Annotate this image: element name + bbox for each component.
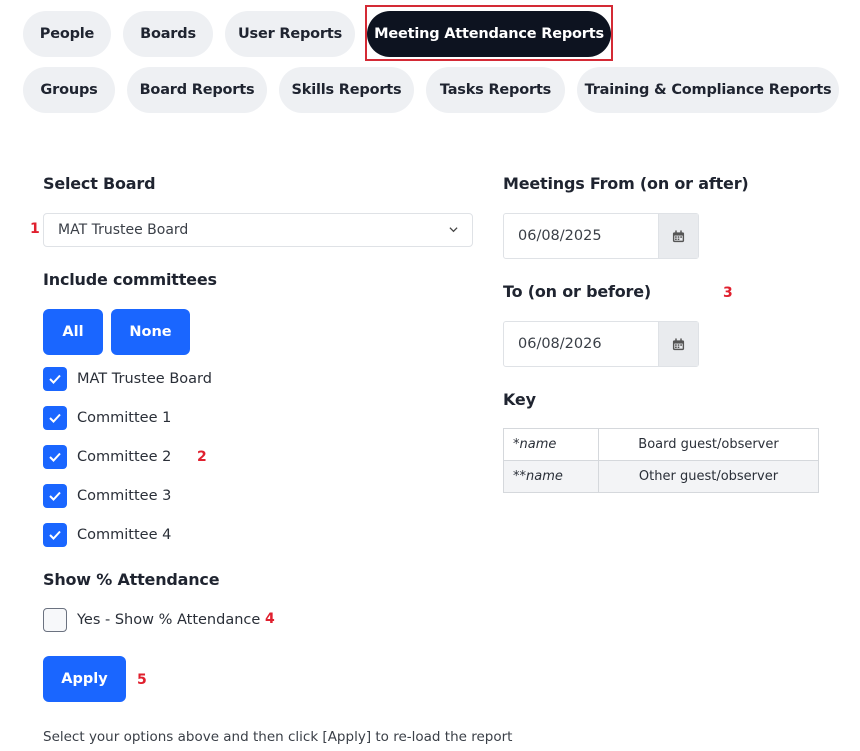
board-select-value: MAT Trustee Board [58, 222, 189, 238]
apply-button[interactable]: Apply [43, 656, 126, 702]
meetings-from-field[interactable]: 06/08/2025 [503, 213, 699, 259]
marker-3: 3 [723, 285, 733, 301]
check-icon [49, 491, 61, 501]
select-all-button[interactable]: All [43, 309, 103, 355]
meetings-to-label: To (on or before) [503, 282, 651, 301]
tab-training-compliance-reports[interactable]: Training & Compliance Reports [577, 67, 839, 113]
calendar-icon[interactable] [658, 322, 698, 366]
attendance-option[interactable]: Yes - Show % Attendance [43, 608, 260, 632]
committee-label: Committee 2 [77, 449, 172, 465]
checkbox-show-attendance[interactable] [43, 608, 67, 632]
footnote-text: Select your options above and then click… [43, 729, 513, 745]
tab-skills-reports[interactable]: Skills Reports [279, 67, 414, 113]
check-icon [49, 413, 61, 423]
select-none-button[interactable]: None [111, 309, 190, 355]
committee-option[interactable]: Committee 1 [43, 406, 171, 430]
attendance-option-label: Yes - Show % Attendance [77, 612, 261, 628]
calendar-icon[interactable] [658, 214, 698, 258]
checkbox-mat-trustee-board[interactable] [43, 367, 67, 391]
board-select[interactable]: MAT Trustee Board [43, 213, 473, 247]
chevron-down-icon [449, 227, 458, 233]
tab-user-reports[interactable]: User Reports [225, 11, 355, 57]
committee-option[interactable]: Committee 3 [43, 484, 171, 508]
meetings-to-field[interactable]: 06/08/2026 [503, 321, 699, 367]
key-meaning: Other guest/observer [598, 460, 819, 493]
committee-option[interactable]: Committee 2 [43, 445, 171, 469]
tab-groups[interactable]: Groups [23, 67, 115, 113]
tab-tasks-reports[interactable]: Tasks Reports [426, 67, 565, 113]
checkbox-committee-3[interactable] [43, 484, 67, 508]
key-symbol: **name [503, 460, 599, 493]
marker-4: 4 [265, 611, 275, 627]
marker-5: 5 [137, 672, 147, 688]
meetings-from-label: Meetings From (on or after) [503, 174, 749, 193]
include-committees-label: Include committees [43, 270, 217, 289]
committee-label: Committee 4 [77, 527, 172, 543]
key-row: **name Other guest/observer [503, 460, 819, 493]
tab-board-reports[interactable]: Board Reports [127, 67, 267, 113]
tab-boards[interactable]: Boards [123, 11, 213, 57]
checkbox-committee-4[interactable] [43, 523, 67, 547]
tab-people[interactable]: People [23, 11, 111, 57]
checkbox-committee-1[interactable] [43, 406, 67, 430]
marker-1: 1 [30, 221, 40, 237]
committee-label: MAT Trustee Board [77, 371, 212, 387]
key-symbol: *name [503, 428, 599, 461]
show-attendance-label: Show % Attendance [43, 570, 220, 589]
checkbox-committee-2[interactable] [43, 445, 67, 469]
key-label: Key [503, 390, 536, 409]
key-table: *name Board guest/observer **name Other … [503, 428, 819, 493]
marker-2: 2 [197, 449, 207, 465]
key-row: *name Board guest/observer [503, 428, 819, 461]
check-icon [49, 530, 61, 540]
select-board-label: Select Board [43, 174, 156, 193]
check-icon [49, 374, 61, 384]
committee-label: Committee 3 [77, 488, 172, 504]
key-meaning: Board guest/observer [598, 428, 819, 461]
committee-option[interactable]: MAT Trustee Board [43, 367, 212, 391]
check-icon [49, 452, 61, 462]
meetings-to-value[interactable]: 06/08/2026 [504, 322, 658, 366]
active-tab-highlight [365, 5, 613, 61]
meetings-from-value[interactable]: 06/08/2025 [504, 214, 658, 258]
committee-label: Committee 1 [77, 410, 172, 426]
committee-option[interactable]: Committee 4 [43, 523, 171, 547]
